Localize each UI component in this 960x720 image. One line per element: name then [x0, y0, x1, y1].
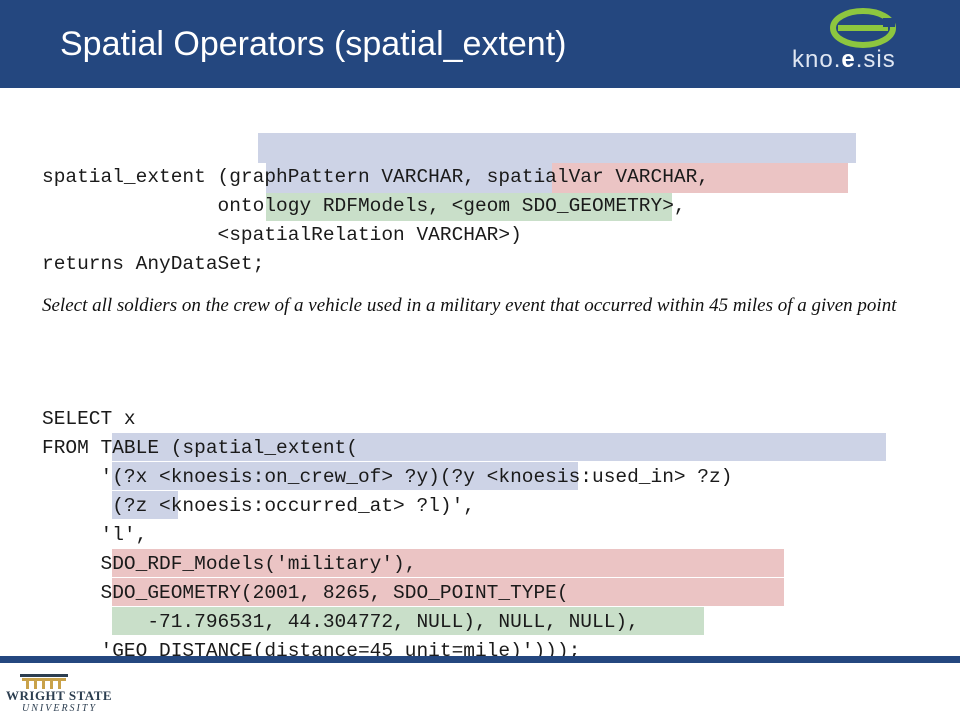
query-code: SELECT x FROM TABLE (spatial_extent( '(?x… — [42, 376, 732, 695]
code-line: FROM TABLE (spatial_extent( — [42, 437, 358, 459]
university-name: WRIGHT STATE — [6, 688, 113, 703]
knoesis-e-icon — [830, 8, 896, 48]
code-line: SDO_RDF_Models('military'), — [42, 553, 417, 575]
code-line: SELECT x — [42, 408, 136, 430]
university-sub: UNIVERSITY — [22, 703, 97, 714]
query-description: Select all soldiers on the crew of a veh… — [42, 295, 897, 316]
slide-title: Spatial Operators (spatial_extent) — [60, 25, 567, 63]
footer-divider — [0, 656, 960, 663]
code-line: ontology RDFModels, <geom SDO_GEOMETRY>, — [42, 195, 686, 217]
code-line: spatial_extent (graphPattern VARCHAR, sp… — [42, 166, 710, 188]
code-line: '(?x <knoesis:on_crew_of> ?y)(?y <knoesi… — [42, 466, 733, 488]
code-line: <spatialRelation VARCHAR>) — [42, 224, 522, 246]
code-line: (?z <knoesis:occurred_at> ?l)', — [42, 495, 475, 517]
code-line: -71.796531, 44.304772, NULL), NULL, NULL… — [42, 611, 639, 633]
knoesis-logo: kno.e.sis — [788, 8, 938, 78]
slide-header: Spatial Operators (spatial_extent) kno.e… — [0, 0, 960, 88]
signature-code: spatial_extent (graphPattern VARCHAR, sp… — [42, 134, 709, 308]
logo-wordmark: kno.e.sis — [792, 46, 896, 73]
code-line: 'l', — [42, 524, 148, 546]
code-line: returns AnyDataSet; — [42, 253, 265, 275]
code-line: SDO_GEOMETRY(2001, 8265, SDO_POINT_TYPE( — [42, 582, 569, 604]
